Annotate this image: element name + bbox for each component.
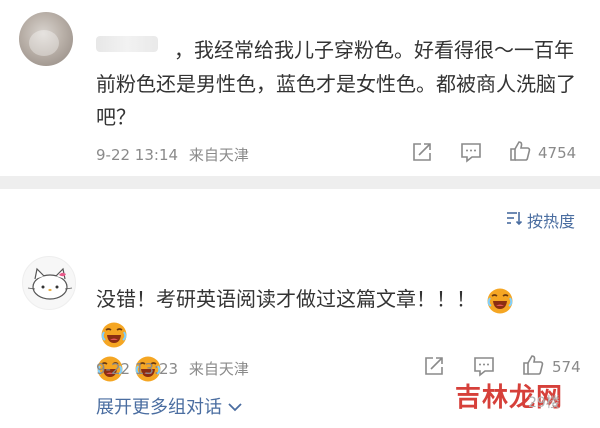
- share-icon[interactable]: [423, 355, 445, 377]
- comment-meta: 9-22 13:14 来自天津: [96, 144, 249, 165]
- comment-text: ，我经常给我儿子穿粉色。好看得很～一百年前粉色还是男性色，蓝色才是女性色。都被商…: [96, 38, 576, 129]
- like-icon[interactable]: [521, 353, 545, 377]
- expand-more-conversations-link[interactable]: 展开更多组对话: [96, 393, 242, 419]
- comment-date: 9-22 13:23: [96, 360, 179, 378]
- comment-text-content: 没错！考研英语阅读才做过这篇文章！！！: [96, 287, 476, 311]
- watermark-sub: 29楼: [528, 395, 560, 411]
- comment-icon[interactable]: [459, 141, 483, 163]
- avatar[interactable]: [19, 12, 73, 66]
- section-divider: [0, 176, 600, 189]
- sort-label: 按热度: [527, 212, 576, 231]
- share-icon[interactable]: [411, 141, 433, 163]
- like-icon[interactable]: [508, 139, 532, 163]
- comment-meta: 9-22 13:23 来自天津: [96, 358, 249, 379]
- expand-label: 展开更多组对话: [96, 397, 222, 418]
- sort-icon: [505, 209, 523, 231]
- like-count: 574: [552, 358, 581, 376]
- emoji-laugh-cry-icon: [486, 287, 514, 315]
- like-count: 4754: [538, 144, 577, 162]
- sort-by-hot-button[interactable]: 按热度: [505, 208, 575, 232]
- avatar[interactable]: [22, 256, 76, 310]
- comment-date: 9-22 13:14: [96, 146, 179, 164]
- chevron-down-icon: [228, 396, 242, 417]
- comment-location: 来自天津: [188, 146, 249, 164]
- comment-icon[interactable]: [472, 355, 496, 377]
- emoji-laugh-cry-icon: [100, 321, 128, 349]
- comment-location: 来自天津: [188, 360, 249, 378]
